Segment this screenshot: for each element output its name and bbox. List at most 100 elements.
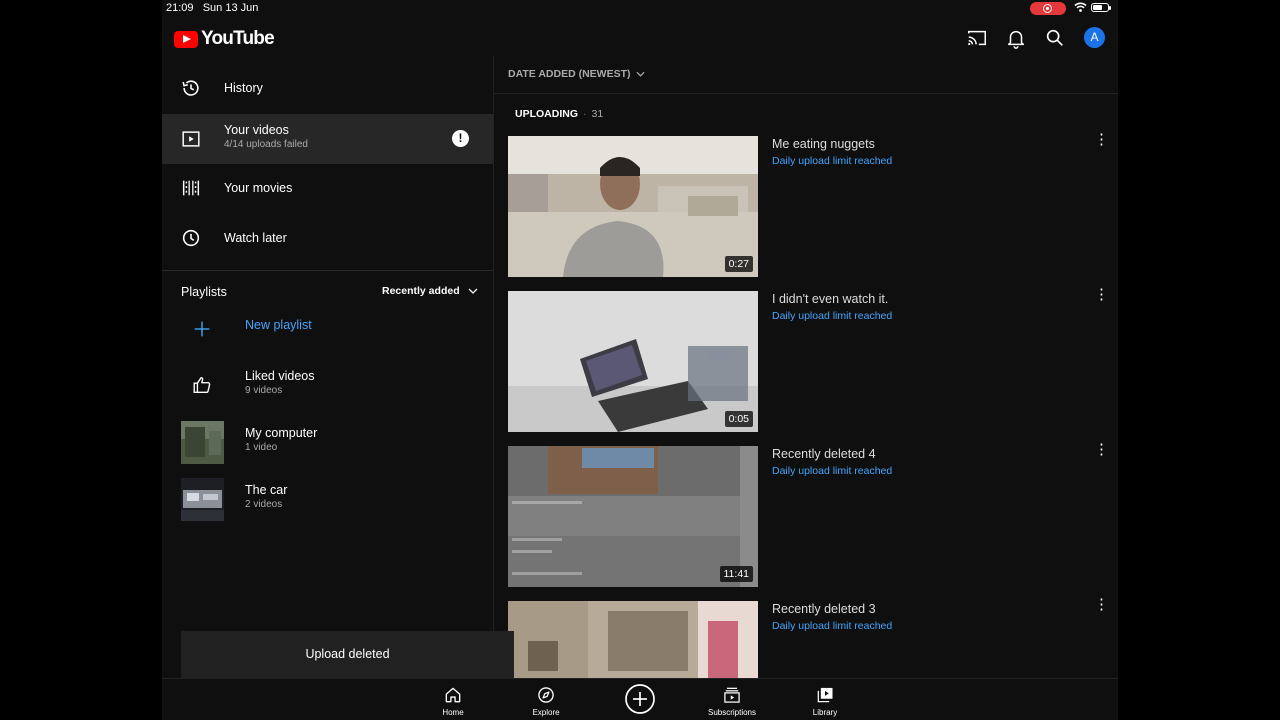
bell-icon[interactable] bbox=[1005, 27, 1027, 49]
nav-your-videos-sub: 4/14 uploads failed bbox=[224, 139, 308, 150]
video-thumbnail[interactable]: 0:27 bbox=[508, 136, 758, 277]
new-playlist-label: New playlist bbox=[245, 318, 312, 332]
playlist-count: 9 videos bbox=[245, 385, 283, 396]
create-icon[interactable] bbox=[624, 683, 656, 715]
separator-dot: · bbox=[583, 108, 587, 120]
new-playlist-button[interactable]: New playlist bbox=[162, 306, 493, 356]
your-videos-panel: DATE ADDED (NEWEST) UPLOADING · 31 0:27 … bbox=[494, 56, 1118, 678]
video-title: Me eating nuggets bbox=[772, 137, 875, 151]
video-item[interactable]: 11:41 Recently deleted 4 Daily upload li… bbox=[508, 441, 1109, 587]
status-bar: 21:09 Sun 13 Jun bbox=[162, 0, 1118, 18]
uploading-section-header: UPLOADING · 31 bbox=[515, 108, 603, 120]
library-sidebar: History Your videos 4/14 uploads failed … bbox=[162, 56, 493, 678]
video-status: Daily upload limit reached bbox=[772, 620, 893, 632]
thumbs-up-icon bbox=[193, 376, 211, 394]
nav-your-movies-label: Your movies bbox=[224, 181, 293, 195]
nav-watch-later[interactable]: Watch later bbox=[162, 213, 493, 263]
video-thumbnail[interactable]: 11:41 bbox=[508, 446, 758, 587]
nav-watch-later-label: Watch later bbox=[224, 231, 287, 245]
movies-icon bbox=[182, 180, 200, 196]
status-time: 21:09 Sun 13 Jun bbox=[166, 2, 258, 14]
video-sort-dropdown[interactable]: DATE ADDED (NEWEST) bbox=[508, 68, 645, 80]
status-date: Sun 13 Jun bbox=[202, 2, 259, 14]
screen-recording-icon[interactable] bbox=[1030, 2, 1066, 15]
playlist-sort-dropdown[interactable]: Recently added bbox=[382, 285, 478, 297]
video-thumbnail-image bbox=[508, 601, 758, 678]
video-status: Daily upload limit reached bbox=[772, 310, 893, 322]
playlist-sort-label: Recently added bbox=[382, 285, 460, 297]
video-duration: 11:41 bbox=[719, 566, 753, 582]
subscriptions-icon bbox=[724, 687, 740, 703]
playlist-liked-videos[interactable]: Liked videos 9 videos bbox=[162, 363, 493, 413]
video-title: Recently deleted 4 bbox=[772, 447, 876, 461]
nav-label: Subscriptions bbox=[707, 708, 757, 717]
playlist-thumbnail bbox=[181, 421, 224, 464]
video-sort-label: DATE ADDED (NEWEST) bbox=[508, 68, 631, 80]
youtube-logo[interactable]: YouTube bbox=[174, 28, 275, 50]
section-count: 31 bbox=[591, 108, 604, 120]
library-icon bbox=[817, 687, 833, 703]
nav-explore[interactable]: Explore bbox=[516, 683, 576, 717]
nav-label: Library bbox=[812, 708, 838, 717]
cast-icon[interactable] bbox=[966, 27, 988, 49]
plus-icon bbox=[194, 321, 210, 337]
search-icon[interactable] bbox=[1044, 27, 1066, 49]
video-item[interactable]: 0:27 Me eating nuggets Daily upload limi… bbox=[508, 131, 1109, 277]
more-options-icon[interactable]: ⋮ bbox=[1094, 131, 1109, 149]
more-options-icon[interactable]: ⋮ bbox=[1094, 286, 1109, 304]
nav-home[interactable]: Home bbox=[423, 683, 483, 717]
video-title: Recently deleted 3 bbox=[772, 602, 876, 616]
playlist-count: 2 videos bbox=[245, 499, 283, 510]
account-avatar[interactable]: A bbox=[1084, 27, 1105, 48]
nav-your-movies[interactable]: Your movies bbox=[162, 163, 493, 213]
nav-history-label: History bbox=[224, 81, 263, 95]
nav-label: Home bbox=[442, 708, 464, 717]
wifi-icon bbox=[1074, 2, 1087, 12]
more-options-icon[interactable]: ⋮ bbox=[1094, 596, 1109, 614]
divider bbox=[494, 93, 1118, 94]
bottom-navigation: Home Explore Subscriptions Library bbox=[162, 678, 1118, 720]
battery-icon bbox=[1091, 3, 1111, 12]
video-duration: 0:27 bbox=[724, 256, 753, 272]
video-status: Daily upload limit reached bbox=[772, 155, 893, 167]
youtube-app: 21:09 Sun 13 Jun YouTube A History Your … bbox=[162, 0, 1118, 720]
playlist-title: My computer bbox=[245, 426, 318, 440]
video-duration: 0:05 bbox=[724, 411, 753, 427]
video-thumbnail-image bbox=[508, 291, 758, 432]
section-title: UPLOADING bbox=[515, 108, 578, 120]
video-status: Daily upload limit reached bbox=[772, 465, 893, 477]
playlist-thumbnail bbox=[181, 478, 224, 521]
playlist-title: The car bbox=[245, 483, 288, 497]
clock-icon bbox=[182, 229, 200, 247]
video-thumbnail-image bbox=[508, 136, 758, 277]
snackbar: Upload deleted bbox=[181, 631, 514, 678]
history-icon bbox=[182, 80, 199, 96]
playlist-my-computer[interactable]: My computer 1 video bbox=[162, 420, 493, 470]
playlists-heading: Playlists bbox=[181, 285, 227, 299]
alert-icon: ! bbox=[452, 130, 469, 147]
nav-library[interactable]: Library bbox=[795, 683, 855, 717]
nav-history[interactable]: History bbox=[162, 63, 493, 113]
playlist-the-car[interactable]: The car 2 videos bbox=[162, 477, 493, 527]
status-time-value: 21:09 bbox=[166, 2, 194, 14]
nav-label: Explore bbox=[532, 708, 560, 717]
youtube-play-icon bbox=[174, 30, 198, 48]
compass-icon bbox=[538, 687, 554, 703]
video-title: I didn't even watch it. bbox=[772, 292, 889, 306]
nav-your-videos[interactable]: Your videos 4/14 uploads failed ! bbox=[162, 114, 493, 164]
chevron-down-icon bbox=[468, 288, 478, 294]
your-videos-icon bbox=[182, 131, 200, 147]
top-app-bar: YouTube A bbox=[162, 18, 1118, 56]
logo-wordmark: YouTube bbox=[201, 28, 275, 49]
video-thumbnail[interactable] bbox=[508, 601, 758, 678]
more-options-icon[interactable]: ⋮ bbox=[1094, 441, 1109, 459]
video-item[interactable]: Recently deleted 3 Daily upload limit re… bbox=[508, 596, 1109, 678]
divider bbox=[162, 270, 493, 271]
video-thumbnail[interactable]: 0:05 bbox=[508, 291, 758, 432]
video-item[interactable]: 0:05 I didn't even watch it. Daily uploa… bbox=[508, 286, 1109, 432]
home-icon bbox=[445, 687, 461, 703]
nav-subscriptions[interactable]: Subscriptions bbox=[702, 683, 762, 717]
nav-your-videos-label: Your videos bbox=[224, 123, 289, 137]
playlist-count: 1 video bbox=[245, 442, 278, 453]
chevron-down-icon bbox=[635, 71, 645, 77]
